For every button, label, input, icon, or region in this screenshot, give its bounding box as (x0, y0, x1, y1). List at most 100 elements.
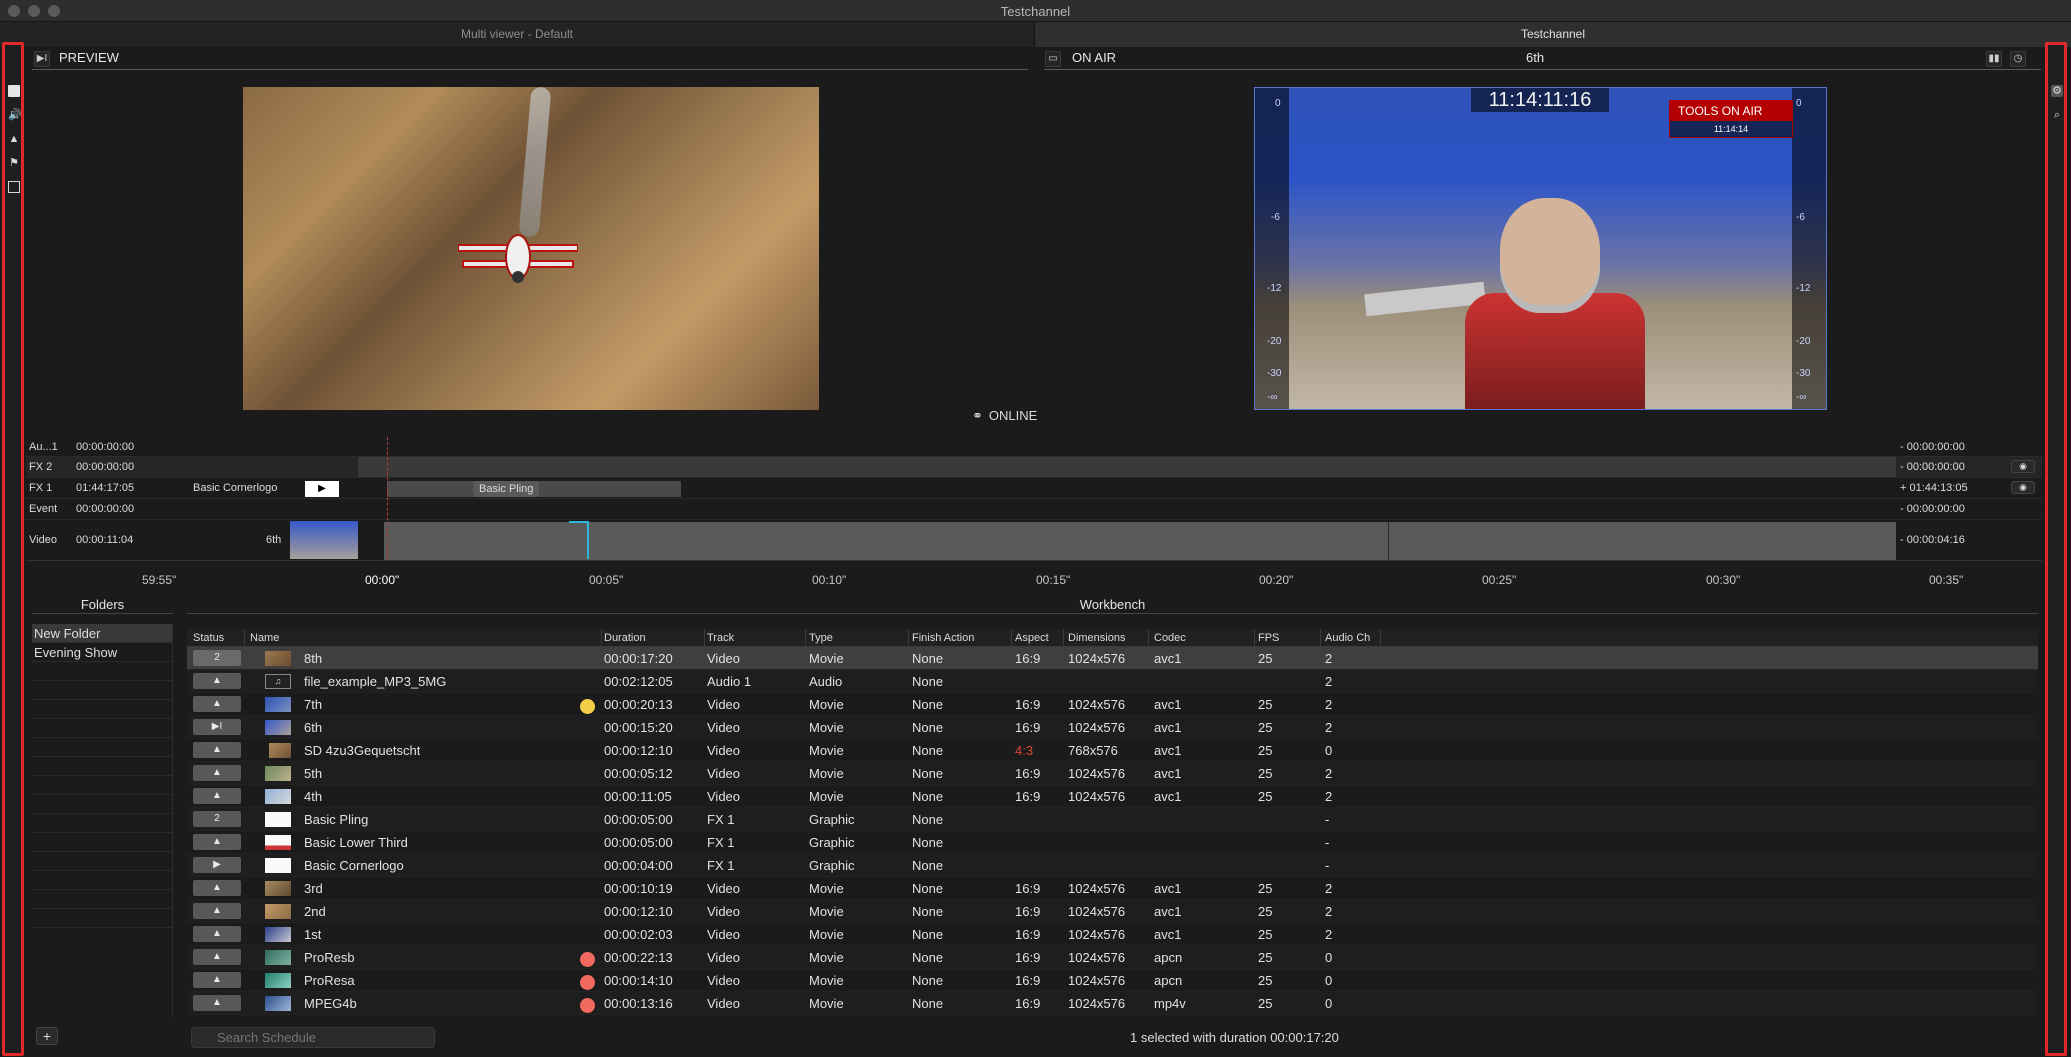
cell-track: Video (707, 904, 741, 919)
cell-audio: 2 (1325, 927, 1333, 942)
table-row[interactable]: ▶ Basic Cornerlogo 00:00:04:00 FX 1 Grap… (187, 854, 2038, 877)
search-input[interactable] (191, 1027, 435, 1048)
cell-type: Graphic (809, 835, 855, 850)
col-audio-ch[interactable]: Audio Ch (1325, 629, 1370, 647)
status-badge[interactable]: ▲ (193, 696, 241, 712)
table-row[interactable]: ▲ 2nd 00:00:12:10 Video Movie None 16:9 … (187, 900, 2038, 923)
table-row[interactable]: 2 8th 00:00:17:20 Video Movie None 16:9 … (187, 647, 2038, 670)
cell-audio: 2 (1325, 674, 1333, 689)
tab-multi-viewer[interactable]: Multi viewer - Default (0, 22, 1035, 47)
col-fps[interactable]: FPS (1258, 629, 1279, 647)
cell-track: Video (707, 996, 741, 1011)
table-row[interactable]: ▲ Basic Lower Third 00:00:05:00 FX 1 Gra… (187, 831, 2038, 854)
status-badge[interactable]: 2 (193, 811, 241, 827)
preview-playhead[interactable] (387, 437, 388, 561)
table-row[interactable]: ▲ 4th 00:00:11:05 Video Movie None 16:9 … (187, 785, 2038, 808)
col-codec[interactable]: Codec (1154, 629, 1186, 647)
online-label: ONLINE (988, 408, 1038, 423)
table-row[interactable]: ▲ 5th 00:00:05:12 Video Movie None 16:9 … (187, 762, 2038, 785)
status-badge[interactable]: ▲ (193, 972, 241, 988)
status-badge[interactable]: ▲ (193, 880, 241, 896)
levels-icon[interactable]: ▮▮ (1986, 51, 2002, 67)
table-row[interactable]: ▶I 6th 00:00:15:20 Video Movie None 16:9… (187, 716, 2038, 739)
track-remaining: + 01:44:13:05 (1900, 482, 1968, 494)
table-row[interactable]: ▲ 3rd 00:00:10:19 Video Movie None 16:9 … (187, 877, 2038, 900)
status-badge[interactable]: ▶ (193, 857, 241, 873)
cell-fps: 25 (1258, 651, 1273, 666)
window-icon[interactable] (8, 181, 20, 193)
fx1-current-clip: Basic Cornerlogo (193, 482, 278, 494)
cell-fps: 25 (1258, 996, 1273, 1011)
onair-timecode: 11:14:11:16 (1471, 88, 1609, 112)
fx1-clip-block[interactable]: Basic Pling (387, 481, 681, 497)
col-finish-action[interactable]: Finish Action (912, 629, 974, 647)
table-row[interactable]: ▲ MPEG4b 00:00:13:16 Video Movie None 16… (187, 992, 2038, 1015)
timeline-row-fx1[interactable]: FX 1 01:44:17:05 Basic Cornerlogo ▶ Basi… (26, 478, 2042, 499)
video-clip-block[interactable] (384, 522, 1896, 560)
left-sidebar-rail: 🔊 ▲ ⚑ (2, 42, 24, 1056)
status-badge[interactable]: ▲ (193, 834, 241, 850)
play-next-button[interactable]: ▶I (34, 51, 50, 67)
gear-icon[interactable]: ⚙ (2051, 85, 2063, 97)
flag-icon[interactable]: ⚑ (8, 157, 20, 169)
eye-icon[interactable]: ◉ (2011, 481, 2035, 494)
eye-icon[interactable]: ◉ (2011, 460, 2035, 473)
mountain-icon[interactable]: ▲ (8, 133, 20, 145)
status-badge[interactable]: ▶I (193, 719, 241, 735)
clip-thumbnail (265, 697, 291, 712)
binoculars-icon[interactable]: ⌕ (2051, 109, 2063, 121)
speaker-icon[interactable]: 🔊 (8, 109, 22, 121)
status-badge[interactable]: ▲ (193, 765, 241, 781)
cell-dimensions: 1024x576 (1068, 996, 1126, 1011)
col-status[interactable]: Status (193, 629, 224, 647)
cell-track: Video (707, 720, 741, 735)
cell-aspect: 16:9 (1015, 950, 1041, 965)
status-badge[interactable]: ▲ (193, 742, 241, 758)
folder-item[interactable]: Evening Show (32, 643, 172, 662)
right-sidebar-rail: ⚙ ⌕ (2045, 42, 2067, 1056)
col-duration[interactable]: Duration (604, 629, 646, 647)
col-type[interactable]: Type (809, 629, 833, 647)
folders-list: New Folder Evening Show (32, 624, 173, 1018)
cell-audio: 2 (1325, 720, 1333, 735)
status-badge[interactable]: ▲ (193, 788, 241, 804)
status-badge[interactable]: ▲ (193, 926, 241, 942)
status-badge[interactable]: ▲ (193, 949, 241, 965)
table-row[interactable]: 2 Basic Pling 00:00:05:00 FX 1 Graphic N… (187, 808, 2038, 831)
cell-finish: None (912, 881, 944, 896)
col-dimensions[interactable]: Dimensions (1068, 629, 1125, 647)
timeline-row-event[interactable]: Event 00:00:00:00 - 00:00:00:00 (26, 499, 2042, 520)
timeline-row-video[interactable]: Video 00:00:11:04 6th - 00:00:04:16 (26, 520, 2042, 561)
add-folder-button[interactable]: + (36, 1027, 58, 1045)
table-row[interactable]: ▲ ProResa 00:00:14:10 Video Movie None 1… (187, 969, 2038, 992)
status-badge[interactable]: 2 (193, 650, 241, 666)
meter-tick: 0 (1796, 98, 1802, 109)
sidebar-panel-icon[interactable] (8, 85, 20, 97)
onair-title: ON AIR (1072, 50, 1117, 65)
cue-marker[interactable] (569, 521, 589, 559)
status-badge[interactable]: ▲ (193, 903, 241, 919)
cell-track: FX 1 (707, 858, 735, 873)
status-badge[interactable]: ▲ (193, 995, 241, 1011)
table-row[interactable]: ▲ ProResb 00:00:22:13 Video Movie None 1… (187, 946, 2038, 969)
timeline-row-fx2[interactable]: FX 2 00:00:00:00 - 00:00:00:00 ◉ (26, 457, 2042, 478)
table-row[interactable]: ▲ 7th 00:00:20:13 Video Movie None 16:9 … (187, 693, 2038, 716)
cell-name: 7th (304, 697, 323, 712)
clock-icon[interactable]: ◷ (2010, 51, 2026, 67)
table-row[interactable]: ▲ 1st 00:00:02:03 Video Movie None 16:9 … (187, 923, 2038, 946)
table-row[interactable]: ▲ ♫ file_example_MP3_5MG 00:02:12:05 Aud… (187, 670, 2038, 693)
cell-finish: None (912, 674, 944, 689)
col-aspect[interactable]: Aspect (1015, 629, 1049, 647)
col-track[interactable]: Track (707, 629, 734, 647)
timeline-ruler[interactable]: 59:55" 00:00" 00:05" 00:10" 00:15" 00:20… (26, 560, 2042, 588)
status-badge[interactable]: ▲ (193, 673, 241, 689)
folder-empty-row (32, 662, 172, 681)
tab-testchannel[interactable]: Testchannel (1035, 22, 2071, 47)
cell-name: 5th (304, 766, 323, 781)
onair-header: ▭ ON AIR 6th ▮▮ ◷ (1044, 48, 2041, 70)
folder-item[interactable]: New Folder (32, 624, 172, 643)
col-name[interactable]: Name (250, 629, 279, 647)
monitor-icon[interactable]: ▭ (1045, 51, 1061, 67)
timeline-row-audio[interactable]: Au...1 00:00:00:00 - 00:00:00:00 (26, 437, 2042, 457)
table-row[interactable]: ▲ SD 4zu3Gequetscht 00:00:12:10 Video Mo… (187, 739, 2038, 762)
